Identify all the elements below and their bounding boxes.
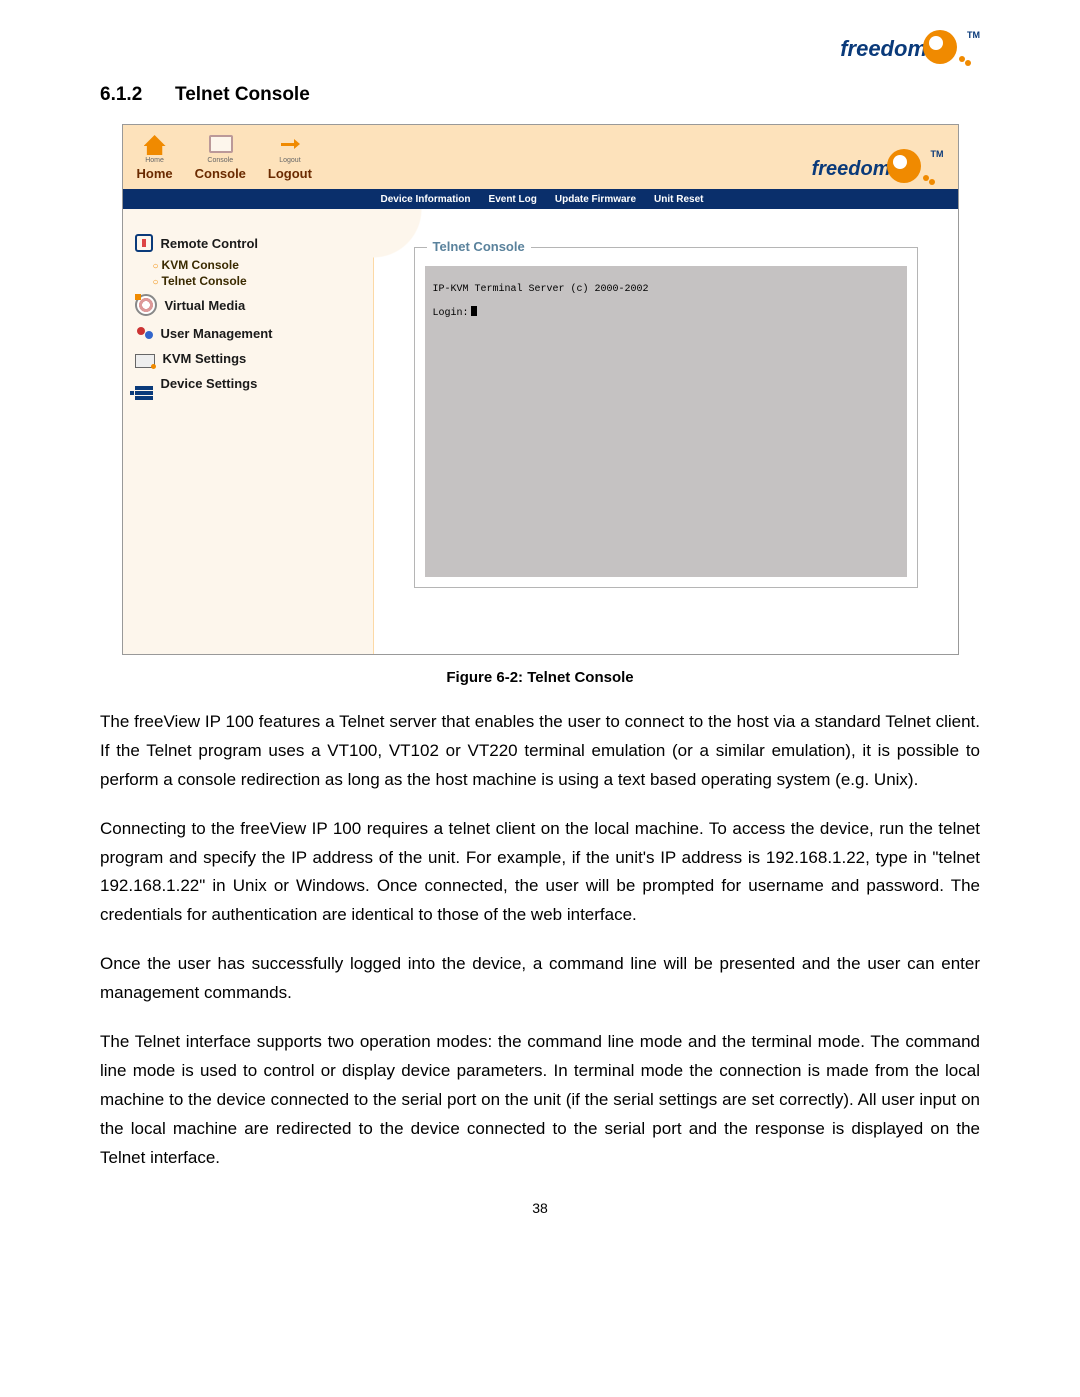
ss-main: Telnet Console IP-KVM Terminal Server (c… [373, 209, 958, 654]
ss-menubar: Device Information Event Log Update Firm… [123, 189, 958, 209]
topnav-console-label: Console [195, 166, 246, 181]
sidebar-telnet-console[interactable]: ○Telnet Console [131, 273, 373, 289]
menubar-unit-reset[interactable]: Unit Reset [654, 194, 703, 205]
sidebar-remote-control[interactable]: Remote Control [131, 229, 373, 257]
sidebar-kvm-settings[interactable]: KVM Settings [131, 346, 373, 371]
ss-logo-text: freedom [812, 158, 891, 180]
sidebar-remote-label: Remote Control [161, 236, 259, 251]
console-icon [209, 135, 233, 153]
ss-body: Remote Control ○KVM Console ○Telnet Cons… [123, 209, 958, 654]
device-settings-icon [135, 386, 153, 390]
telnet-legend: Telnet Console [427, 239, 531, 254]
sidebar-device-settings[interactable]: Device Settings [131, 371, 373, 396]
menubar-device-info[interactable]: Device Information [381, 194, 471, 205]
telnet-line-banner: IP-KVM Terminal Server (c) 2000-2002 [433, 284, 899, 295]
sidebar-telnet-console-label: Telnet Console [162, 274, 247, 288]
topnav-console[interactable]: Console Console [195, 135, 246, 183]
sidebar-device-settings-label: Device Settings [161, 376, 258, 391]
menubar-update-firmware[interactable]: Update Firmware [555, 194, 636, 205]
logo-nine-icon [923, 30, 957, 64]
freedom9-logo: freedom TM [840, 30, 980, 64]
ss-logo: freedom TM [812, 149, 944, 183]
bullet-icon: ○ [153, 261, 159, 272]
paragraph-4: The Telnet interface supports two operat… [100, 1028, 980, 1172]
page-number: 38 [100, 1200, 980, 1216]
remote-control-icon [135, 234, 153, 252]
telnet-terminal[interactable]: IP-KVM Terminal Server (c) 2000-2002 Log… [425, 266, 907, 577]
telnet-login-prompt: Login: [433, 308, 469, 319]
section-heading: 6.1.2Telnet Console [100, 84, 980, 106]
paragraph-1: The freeView IP 100 features a Telnet se… [100, 708, 980, 795]
ss-logo-dots-icon [923, 175, 929, 181]
telnet-line-login: Login: [433, 306, 899, 319]
kvm-settings-icon [135, 354, 155, 368]
topnav-console-tiny: Console [195, 157, 246, 165]
logo-dots-icon [959, 56, 965, 62]
sidebar-user-mgmt-label: User Management [161, 326, 273, 341]
sidebar-user-management[interactable]: User Management [131, 321, 373, 346]
ss-topnav: Home Home Console Console Logout Logout [137, 135, 312, 183]
topnav-home-label: Home [137, 166, 173, 181]
virtual-media-icon [135, 294, 157, 316]
page-header-logo: freedom TM [100, 30, 980, 64]
section-number: 6.1.2 [100, 84, 175, 106]
topnav-logout-label: Logout [268, 166, 312, 181]
topnav-logout-tiny: Logout [268, 157, 312, 165]
section-title: Telnet Console [175, 84, 310, 105]
topnav-home[interactable]: Home Home [137, 135, 173, 183]
telnet-fieldset: Telnet Console IP-KVM Terminal Server (c… [414, 247, 918, 588]
ss-sidebar: Remote Control ○KVM Console ○Telnet Cons… [123, 209, 373, 654]
ss-topbar: Home Home Console Console Logout Logout … [123, 125, 958, 189]
paragraph-2: Connecting to the freeView IP 100 requir… [100, 815, 980, 931]
sidebar-kvm-console[interactable]: ○KVM Console [131, 257, 373, 273]
topnav-logout[interactable]: Logout Logout [268, 135, 312, 183]
ss-logo-tm: TM [931, 149, 944, 159]
sidebar-virtual-media-label: Virtual Media [165, 298, 246, 313]
paragraph-3: Once the user has successfully logged in… [100, 950, 980, 1008]
cursor-icon [471, 306, 477, 316]
logout-icon [279, 135, 301, 155]
bullet-icon: ○ [153, 277, 159, 288]
ss-logo-nine-icon [887, 149, 921, 183]
sidebar-kvm-console-label: KVM Console [162, 258, 239, 272]
figure-caption: Figure 6-2: Telnet Console [100, 669, 980, 686]
home-icon [144, 135, 166, 155]
figure-screenshot: Home Home Console Console Logout Logout … [122, 124, 959, 655]
sidebar-virtual-media[interactable]: Virtual Media [131, 289, 373, 321]
topnav-home-tiny: Home [137, 157, 173, 165]
logo-text: freedom [840, 36, 927, 61]
logo-tm: TM [967, 30, 980, 40]
user-management-icon [135, 327, 153, 341]
sidebar-kvm-settings-label: KVM Settings [163, 351, 247, 366]
menubar-event-log[interactable]: Event Log [489, 194, 537, 205]
